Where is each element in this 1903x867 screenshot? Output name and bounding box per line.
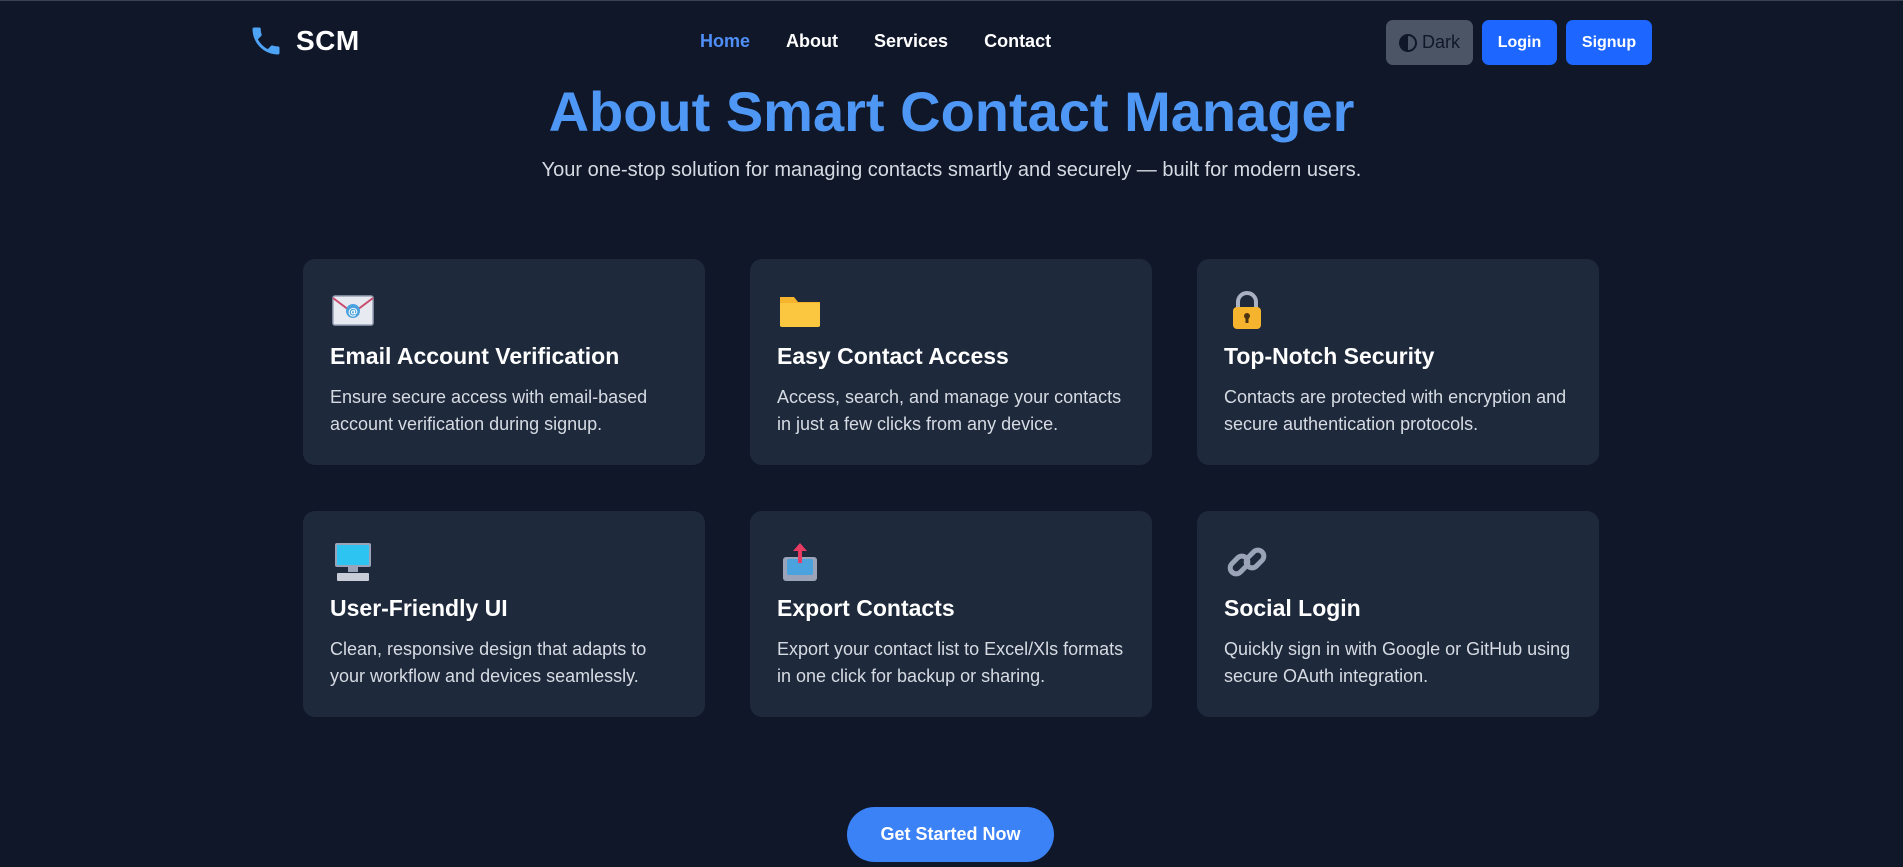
nav-actions: Dark Login Signup xyxy=(1386,20,1652,65)
nav-link-home[interactable]: Home xyxy=(700,31,750,52)
feature-card-ui: User-Friendly UI Clean, responsive desig… xyxy=(303,511,705,717)
feature-card-email-verification: @ Email Account Verification Ensure secu… xyxy=(303,259,705,465)
navbar: SCM Home About Services Contact Dark Log… xyxy=(0,1,1903,85)
phone-icon xyxy=(252,27,280,55)
lock-icon xyxy=(1233,291,1261,329)
feature-card-export: Export Contacts Export your contact list… xyxy=(750,511,1152,717)
brand[interactable]: SCM xyxy=(248,23,360,59)
feature-card-easy-access: Easy Contact Access Access, search, and … xyxy=(750,259,1152,465)
feature-desc: Access, search, and manage your contacts… xyxy=(777,387,1122,434)
feature-desc: Quickly sign in with Google or GitHub us… xyxy=(1224,639,1571,686)
page-subtitle: Your one-stop solution for managing cont… xyxy=(541,159,1362,181)
folder-icon xyxy=(780,297,820,327)
get-started-button[interactable]: Get Started Now xyxy=(847,807,1054,862)
feature-desc: Ensure secure access with email-based ac… xyxy=(330,387,648,434)
export-icon xyxy=(783,543,817,581)
computer-icon xyxy=(335,543,371,581)
email-icon: @ xyxy=(332,295,374,326)
feature-title: Export Contacts xyxy=(777,595,955,621)
nav-link-contact[interactable]: Contact xyxy=(984,31,1051,52)
feature-card-security: Top-Notch Security Contacts are protecte… xyxy=(1197,259,1599,465)
feature-title: Social Login xyxy=(1224,595,1361,621)
link-icon xyxy=(1227,547,1267,577)
feature-title: User-Friendly UI xyxy=(330,595,508,621)
feature-desc: Export your contact list to Excel/Xls fo… xyxy=(777,639,1124,686)
feature-title: Easy Contact Access xyxy=(777,343,1009,369)
svg-text:@: @ xyxy=(348,307,358,318)
feature-title: Top-Notch Security xyxy=(1224,343,1435,369)
feature-desc: Clean, responsive design that adapts to … xyxy=(330,639,647,686)
nav-link-services[interactable]: Services xyxy=(874,31,948,52)
feature-desc: Contacts are protected with encryption a… xyxy=(1224,387,1567,434)
contrast-icon xyxy=(1398,33,1417,52)
brand-name: SCM xyxy=(296,25,360,56)
theme-toggle-button[interactable]: Dark xyxy=(1386,20,1473,65)
nav-links: Home About Services Contact xyxy=(700,31,1051,52)
theme-toggle-label: Dark xyxy=(1421,32,1460,52)
features-grid: @ Email Account Verification Ensure secu… xyxy=(303,259,1599,717)
feature-card-social-login: Social Login Quickly sign in with Google… xyxy=(1197,511,1599,717)
page-title: About Smart Contact Manager xyxy=(548,80,1355,143)
signup-button[interactable]: Signup xyxy=(1566,20,1652,65)
nav-link-about[interactable]: About xyxy=(786,31,838,52)
feature-title: Email Account Verification xyxy=(330,343,620,369)
login-button[interactable]: Login xyxy=(1482,20,1557,65)
